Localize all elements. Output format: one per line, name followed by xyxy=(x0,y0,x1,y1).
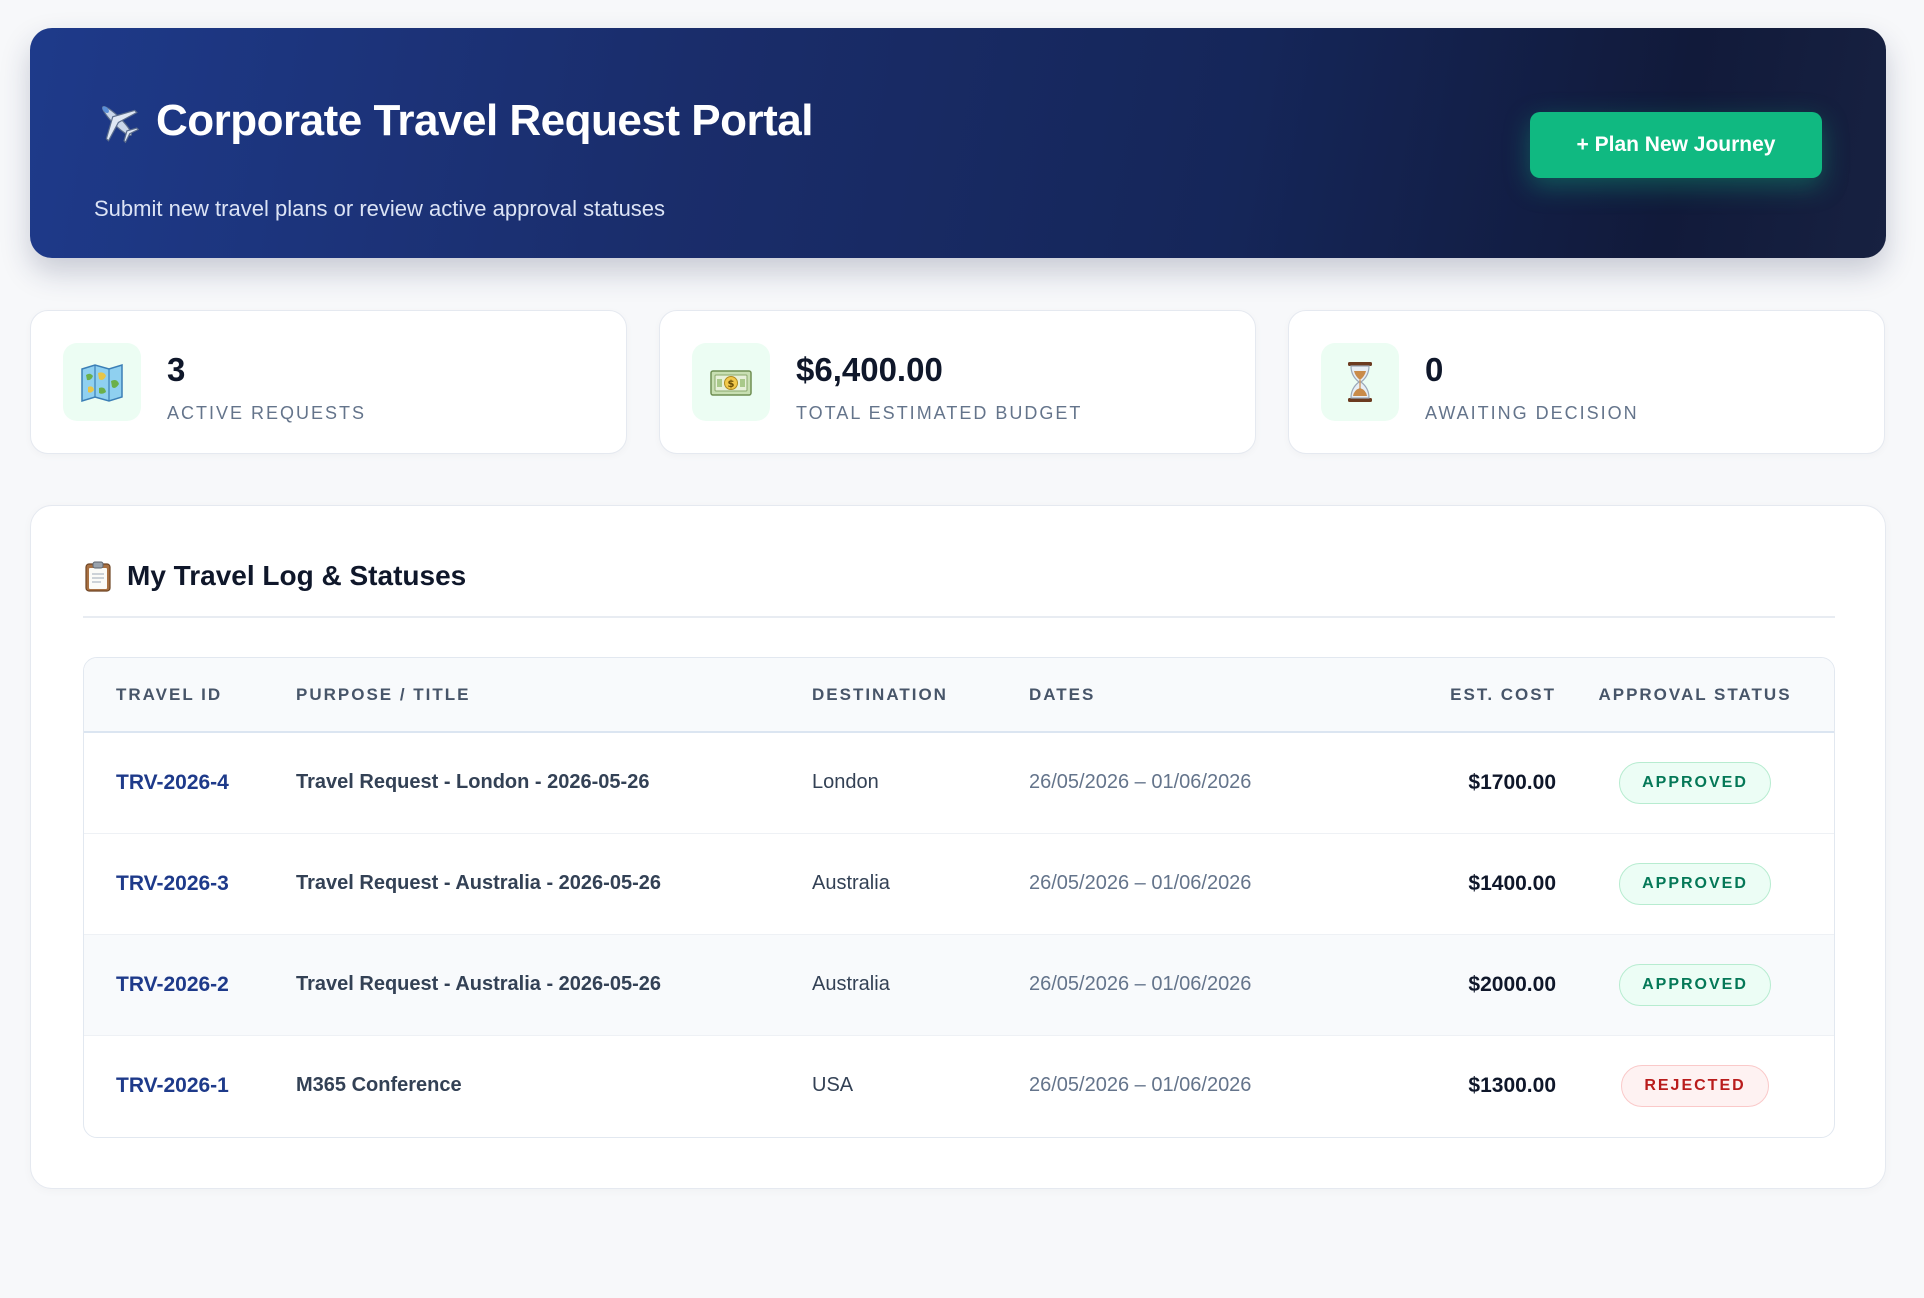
stat-card-total-budget: $ $6,400.00 Total Estimated Budget xyxy=(659,310,1256,454)
destination-cell: London xyxy=(812,771,879,794)
table-row[interactable]: TRV-2026-4 Travel Request - London - 202… xyxy=(84,732,1834,833)
page-subtitle: Submit new travel plans or review active… xyxy=(94,196,666,221)
money-icon: $ xyxy=(692,343,770,421)
travel-table: Travel ID Purpose / Title Destination Da… xyxy=(83,657,1835,1138)
dates-cell: 26/05/2026 – 01/06/2026 xyxy=(1029,872,1252,894)
section-title: My Travel Log & Statuses xyxy=(83,560,466,592)
cost-cell: $2000.00 xyxy=(1468,972,1556,996)
destination-cell: Australia xyxy=(812,973,890,995)
cost-cell: $1700.00 xyxy=(1468,770,1556,794)
destination-cell: Australia xyxy=(812,872,890,894)
stat-label: Awaiting Decision xyxy=(1425,403,1639,423)
travel-id-link[interactable]: TRV-2026-1 xyxy=(116,1074,229,1097)
stat-label: Active Requests xyxy=(167,403,367,423)
dates-cell: 26/05/2026 – 01/06/2026 xyxy=(1029,973,1252,995)
travel-id-link[interactable]: TRV-2026-2 xyxy=(116,973,229,996)
stat-card-awaiting-decision: 0 Awaiting Decision xyxy=(1288,310,1885,454)
cost-cell: $1300.00 xyxy=(1468,1073,1556,1097)
purpose-cell: Travel Request - Australia - 2026-05-26 xyxy=(296,973,661,995)
column-header-destination[interactable]: Destination xyxy=(812,658,1029,733)
page-title-text: Corporate Travel Request Portal xyxy=(156,96,813,145)
stat-value: 0 xyxy=(1425,351,1444,388)
column-header-approval-status[interactable]: Approval Status xyxy=(1556,658,1834,733)
header-banner: Corporate Travel Request Portal Submit n… xyxy=(30,28,1886,258)
table-row[interactable]: TRV-2026-1 M365 Conference USA 26/05/202… xyxy=(84,1035,1834,1136)
travel-log-panel: My Travel Log & Statuses Travel ID Purpo… xyxy=(30,505,1886,1189)
table-row[interactable]: TRV-2026-2 Travel Request - Australia - … xyxy=(84,934,1834,1035)
status-badge: Approved xyxy=(1619,963,1771,1006)
clipboard-icon xyxy=(85,561,111,592)
cost-cell: $1400.00 xyxy=(1468,871,1556,895)
page-title: Corporate Travel Request Portal xyxy=(92,96,813,146)
purpose-cell: Travel Request - London - 2026-05-26 xyxy=(296,771,650,794)
travel-id-link[interactable]: TRV-2026-3 xyxy=(116,872,229,895)
purpose-cell: M365 Conference xyxy=(296,1074,462,1097)
column-header-est-cost[interactable]: Est. Cost xyxy=(1319,658,1556,733)
svg-text:$: $ xyxy=(728,379,735,390)
map-icon xyxy=(63,343,141,421)
section-title-text: My Travel Log & Statuses xyxy=(127,560,467,591)
purpose-cell: Travel Request - Australia - 2026-05-26 xyxy=(296,872,661,894)
dates-cell: 26/05/2026 – 01/06/2026 xyxy=(1029,1074,1252,1097)
column-header-travel-id[interactable]: Travel ID xyxy=(84,658,296,733)
column-header-purpose[interactable]: Purpose / Title xyxy=(296,658,812,733)
status-badge: Approved xyxy=(1619,761,1771,804)
dates-cell: 26/05/2026 – 01/06/2026 xyxy=(1029,771,1252,794)
plan-new-journey-button[interactable]: + Plan New Journey xyxy=(1530,112,1822,178)
status-badge: Approved xyxy=(1619,862,1771,905)
hourglass-icon xyxy=(1321,343,1399,421)
airplane-icon xyxy=(92,96,142,146)
stat-label: Total Estimated Budget xyxy=(796,403,1083,423)
travel-id-link[interactable]: TRV-2026-4 xyxy=(116,771,229,794)
destination-cell: USA xyxy=(812,1074,854,1097)
table-row[interactable]: TRV-2026-3 Travel Request - Australia - … xyxy=(84,833,1834,934)
stat-value: 3 xyxy=(167,351,186,388)
status-badge: Rejected xyxy=(1621,1064,1769,1107)
stat-value: $6,400.00 xyxy=(796,351,943,388)
stat-card-active-requests: 3 Active Requests xyxy=(30,310,627,454)
table-header-row: Travel ID Purpose / Title Destination Da… xyxy=(84,658,1834,733)
column-header-dates[interactable]: Dates xyxy=(1029,658,1319,733)
divider xyxy=(83,616,1835,618)
